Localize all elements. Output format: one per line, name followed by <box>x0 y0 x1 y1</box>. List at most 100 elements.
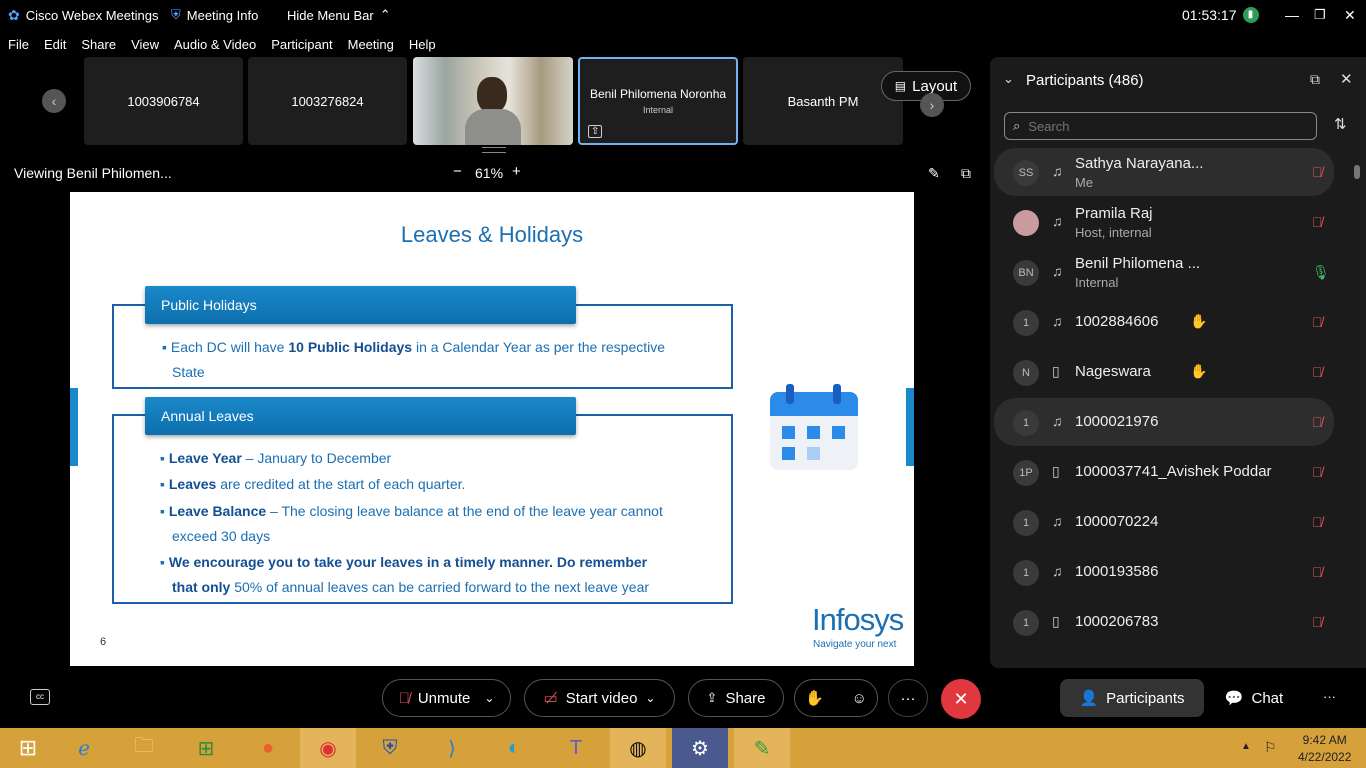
bullet-bold: Leave Balance <box>168 503 267 519</box>
avatar: N <box>1013 360 1039 386</box>
windows-start-icon[interactable]: ⊞ <box>0 728 56 768</box>
captions-icon[interactable]: cc <box>30 689 50 705</box>
layout-label: Layout <box>912 77 958 95</box>
video-tile-camera[interactable] <box>413 57 573 145</box>
participant-role: Me <box>1075 175 1094 190</box>
reactions-icon[interactable]: ☺ <box>852 690 867 707</box>
chevron-down-icon[interactable]: ⌄ <box>484 691 494 705</box>
network-icon[interactable]: ⚐ <box>1264 739 1277 756</box>
raise-hand-icon[interactable]: ✋ <box>805 689 824 707</box>
app-name: Cisco Webex Meetings <box>25 8 159 23</box>
chat-icon: 💬 <box>1224 690 1244 707</box>
public-holidays-header: Public Holidays <box>145 286 576 324</box>
participant-name: Sathya Narayana... <box>1075 155 1204 172</box>
mic-muted-icon[interactable]: 🎙̸ <box>1312 564 1323 580</box>
edge-icon[interactable]: ◐ <box>486 728 542 768</box>
mic-muted-icon[interactable]: 🎙̸ <box>1312 614 1323 630</box>
popout-icon[interactable]: ⧉ <box>1310 71 1320 88</box>
system-clock[interactable]: 9:42 AM 4/22/2022 <box>1298 733 1351 764</box>
participant-row[interactable]: 1 ♫ 1000193586 🎙̸ <box>994 548 1334 596</box>
settings-icon[interactable]: ⚙ <box>672 728 728 768</box>
video-tile[interactable]: Basanth PM <box>743 57 903 145</box>
chevron-down-icon[interactable]: ⌄ <box>645 691 655 705</box>
participant-row[interactable]: N ▯ Nageswara ✋ 🎙̸ <box>994 348 1334 396</box>
menu-participant[interactable]: Participant <box>271 37 332 52</box>
menu-share[interactable]: Share <box>81 37 116 52</box>
vscode-icon[interactable]: ⟩ <box>424 728 480 768</box>
unmute-button[interactable]: 🎙̸ Unmute ⌄ <box>382 679 511 717</box>
strip-next-button[interactable]: › <box>920 93 944 117</box>
menu-edit[interactable]: Edit <box>44 37 66 52</box>
start-video-button[interactable]: ▭̸ Start video ⌄ <box>524 679 675 717</box>
search-input[interactable] <box>1028 118 1299 134</box>
zoom-in-button[interactable]: + <box>512 163 521 180</box>
menu-view[interactable]: View <box>131 37 159 52</box>
participant-row[interactable]: 1 ▯ 1000206783 🎙̸ <box>994 598 1334 646</box>
store-icon[interactable]: ⊞ <box>178 728 234 768</box>
participant-row[interactable]: 1 ♫ 1000070224 🎙̸ <box>994 498 1334 546</box>
zoom-out-button[interactable]: − <box>453 163 462 180</box>
participant-row[interactable]: SS ♫ Sathya Narayana... Me 🎙̸ <box>994 148 1334 196</box>
security-app-icon[interactable]: ⛨ <box>362 728 418 768</box>
file-explorer-icon[interactable]: 🗀 <box>116 728 172 768</box>
sort-icon[interactable]: ⇅ <box>1334 115 1347 133</box>
network-health-icon[interactable]: ▮ <box>1242 7 1259 23</box>
mic-muted-icon: 🎙̸ <box>398 689 410 707</box>
video-tile-active[interactable]: Benil Philomena Noronha Internal ⇧ <box>578 57 738 145</box>
participant-row[interactable]: 1 ♫ 1000021976 🎙̸ <box>994 398 1334 446</box>
chrome-icon[interactable]: ◉ <box>300 728 356 768</box>
mic-on-icon[interactable]: 🎙 <box>1312 264 1330 281</box>
meeting-info-button[interactable]: ⛨ Meeting Info <box>171 7 258 23</box>
participant-row[interactable]: 1P ▯ 1000037741_Avishek Poddar 🎙̸ <box>994 448 1334 496</box>
close-window-button[interactable]: ✕ <box>1344 7 1356 24</box>
menu-meeting[interactable]: Meeting <box>348 37 394 52</box>
chat-button[interactable]: 💬 Chat <box>1216 679 1292 717</box>
leave-year-bullet: ▪ Leave Year – January to December <box>160 450 392 466</box>
mic-muted-icon[interactable]: 🎙̸ <box>1312 414 1323 430</box>
headset-icon: ♫ <box>1052 213 1063 229</box>
mic-muted-icon[interactable]: 🎙̸ <box>1312 314 1323 330</box>
mic-muted-icon[interactable]: 🎙̸ <box>1312 164 1323 180</box>
panel-scrollbar[interactable] <box>1352 151 1362 651</box>
chevron-down-icon[interactable]: ⌄ <box>1003 71 1014 87</box>
internet-explorer-icon[interactable]: ℯ <box>56 728 112 768</box>
end-call-button[interactable]: ✕ <box>941 679 981 719</box>
participant-row[interactable]: 1 ♫ 1002884606 ✋ 🎙̸ <box>994 298 1334 346</box>
restore-button[interactable]: ❐ <box>1314 7 1326 23</box>
menu-help[interactable]: Help <box>409 37 436 52</box>
menu-audio-video[interactable]: Audio & Video <box>174 37 256 52</box>
more-options-button[interactable]: ··· <box>888 679 928 717</box>
video-tile[interactable]: 1003276824 <box>248 57 407 145</box>
close-panel-icon[interactable]: ✕ <box>1340 70 1353 88</box>
person-silhouette <box>477 77 507 113</box>
participants-button[interactable]: 👤 Participants <box>1060 679 1204 717</box>
bullet-bold: that only <box>172 579 231 595</box>
participant-role: Host, internal <box>1075 225 1152 240</box>
webex-taskbar-icon[interactable]: ◍ <box>610 728 666 768</box>
tray-chevron-icon[interactable]: ▲ <box>1241 741 1251 752</box>
participant-row[interactable]: BN ♫ Benil Philomena ... Internal 🎙 <box>994 248 1334 296</box>
search-field[interactable]: ⌕ <box>1004 112 1317 140</box>
overflow-menu-button[interactable]: ··· <box>1323 689 1336 704</box>
hide-menu-bar-button[interactable]: Hide Menu Bar ⌃ <box>287 7 391 23</box>
mic-muted-icon[interactable]: 🎙̸ <box>1312 464 1323 480</box>
notepad-icon[interactable]: ✎ <box>734 728 790 768</box>
share-button[interactable]: ⇪ Share <box>688 679 784 717</box>
video-tile[interactable]: 1003906784 <box>84 57 243 145</box>
minimize-button[interactable]: — <box>1285 7 1299 23</box>
strip-resize-handle[interactable] <box>482 147 506 153</box>
annotate-icon[interactable]: ✎ <box>928 165 940 182</box>
mic-muted-icon[interactable]: 🎙̸ <box>1312 364 1323 380</box>
avatar: SS <box>1013 160 1039 186</box>
firefox-icon[interactable]: ● <box>240 728 296 768</box>
menu-file[interactable]: File <box>8 37 29 52</box>
teams-icon[interactable]: T <box>548 728 604 768</box>
bullet-text: exceed 30 days <box>172 528 271 544</box>
popout-share-icon[interactable]: ⧉ <box>961 165 971 182</box>
mic-muted-icon[interactable]: 🎙̸ <box>1312 514 1323 530</box>
strip-prev-button[interactable]: ‹ <box>42 89 66 113</box>
mic-muted-icon[interactable]: 🎙̸ <box>1312 214 1323 230</box>
calendar-icon <box>770 384 858 470</box>
participant-row[interactable]: ♫ Pramila Raj Host, internal 🎙̸ <box>994 198 1334 246</box>
bullet-text: – January to December <box>245 450 392 466</box>
